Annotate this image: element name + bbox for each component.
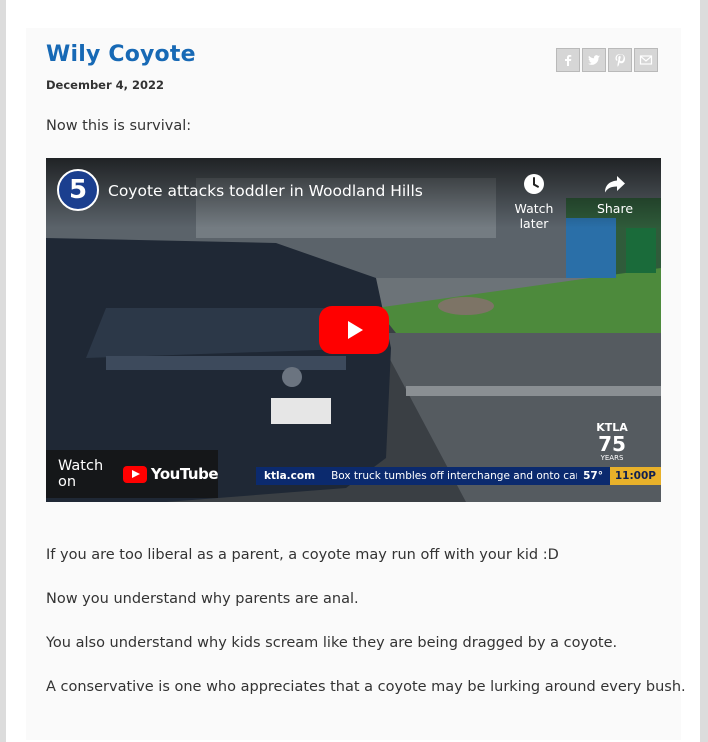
facebook-icon (565, 55, 572, 66)
intro-paragraph: Now this is survival: (46, 118, 192, 134)
share-video-button[interactable]: Share (580, 172, 650, 216)
ticker-time: 11:00P (609, 467, 661, 485)
share-arrow-icon (605, 176, 625, 193)
body-paragraph: Now you understand why parents are anal. (46, 591, 359, 607)
youtube-wordmark: YouTube (150, 465, 219, 483)
body-paragraph: If you are too liberal as a parent, a co… (46, 547, 559, 563)
youtube-video-embed[interactable]: 5 Coyote attacks toddler in Woodland Hil… (46, 158, 661, 502)
share-bar (556, 48, 658, 72)
badge-number: 75 (598, 432, 626, 456)
page: Wily Coyote December 4, 2022 Now this is… (6, 0, 700, 742)
watch-on-youtube-button[interactable]: Watch on YouTube (46, 450, 219, 498)
ticker-temperature: 57° (577, 467, 609, 485)
post-date: December 4, 2022 (46, 78, 165, 92)
share-label: Share (596, 201, 634, 216)
body-paragraph: You also understand why kids scream like… (46, 635, 618, 651)
email-icon (639, 55, 653, 65)
body-paragraph: A conservative is one who appreciates th… (46, 679, 686, 695)
twitter-icon (588, 55, 600, 65)
news-ticker: ktla.com Box truck tumbles off interchan… (256, 467, 661, 485)
youtube-play-icon (122, 465, 147, 483)
ticker-headline: Box truck tumbles off interchange and on… (331, 470, 602, 482)
facebook-share-button[interactable] (556, 48, 580, 72)
pinterest-share-button[interactable] (608, 48, 632, 72)
video-title[interactable]: Coyote attacks toddler in Woodland Hills (108, 182, 423, 200)
pinterest-icon (615, 54, 625, 67)
youtube-logo: YouTube (122, 465, 219, 483)
channel-logo[interactable]: 5 (57, 169, 99, 211)
watch-on-label: Watch on (58, 458, 104, 490)
post-title[interactable]: Wily Coyote (46, 42, 196, 67)
blog-post: Wily Coyote December 4, 2022 Now this is… (26, 28, 686, 740)
watch-later-button[interactable]: Watch later (499, 172, 569, 231)
twitter-share-button[interactable] (582, 48, 606, 72)
clock-icon (524, 174, 544, 194)
ticker-site: ktla.com (256, 470, 322, 482)
email-share-button[interactable] (634, 48, 658, 72)
play-icon (348, 321, 363, 339)
ktla-75-badge: KTLA 75 YEARS (593, 421, 631, 467)
watch-later-label: Watch later (514, 201, 554, 231)
play-button[interactable] (319, 306, 389, 354)
